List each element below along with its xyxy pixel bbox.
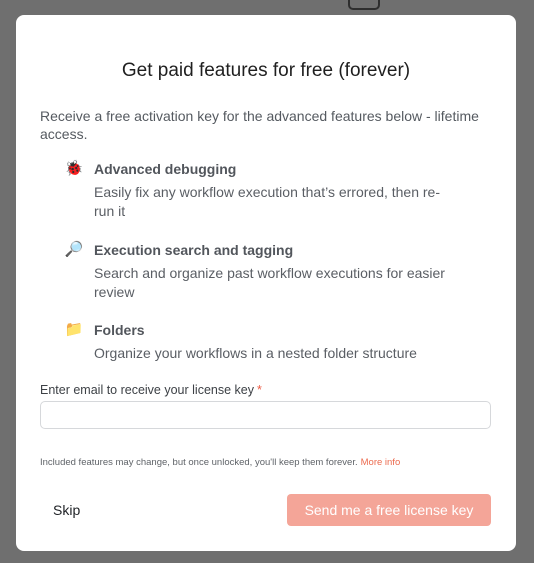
license-key-modal: Get paid features for free (forever) Rec… <box>16 15 516 551</box>
folder-icon: 📁 <box>64 321 84 338</box>
more-info-link[interactable]: More info <box>361 457 401 468</box>
skip-button[interactable]: Skip <box>40 494 93 526</box>
magnifying-glass-icon: 🔎 <box>64 241 84 258</box>
modal-intro: Receive a free activation key for the ad… <box>40 108 479 142</box>
feature-title: Advanced debugging <box>94 161 237 177</box>
required-marker: * <box>256 383 262 397</box>
feature-title: Folders <box>94 322 145 338</box>
email-label: Enter email to receive your license key * <box>40 383 262 397</box>
modal-title: Get paid features for free (forever) <box>121 60 411 81</box>
send-license-key-button[interactable]: Send me a free license key <box>287 494 491 526</box>
feature-description: Easily fix any workflow execution that’s… <box>94 184 441 219</box>
background-toggle <box>348 0 380 10</box>
feature-description: Search and organize past workflow execut… <box>94 265 445 300</box>
email-label-text: Enter email to receive your license key <box>40 383 254 397</box>
ladybug-icon: 🐞 <box>64 160 84 177</box>
disclaimer-text: Included features may change, but once u… <box>40 457 358 468</box>
feature-title: Execution search and tagging <box>94 242 294 258</box>
feature-description: Organize your workflows in a nested fold… <box>94 345 417 361</box>
email-field[interactable] <box>40 401 491 429</box>
disclaimer: Included features may change, but once u… <box>40 457 400 468</box>
